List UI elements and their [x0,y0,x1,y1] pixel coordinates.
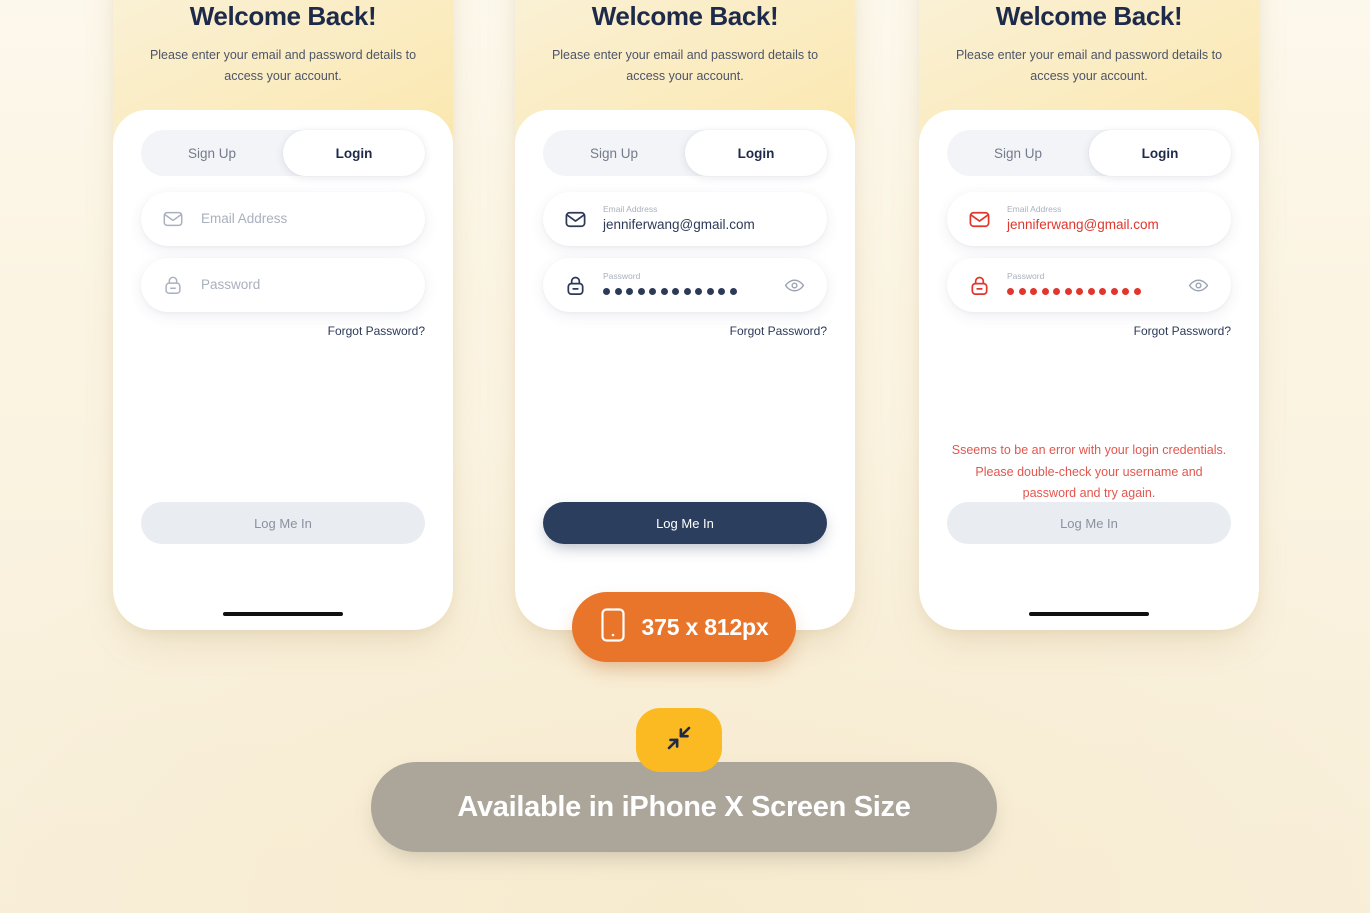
home-indicator [1029,612,1149,616]
phone-mockup-empty-state: Welcome Back! Please enter your email an… [113,0,453,630]
tab-login[interactable]: Login [1089,130,1231,176]
log-me-in-button[interactable]: Log Me In [543,502,827,544]
form-fields: Email Address jenniferwang@gmail.com Pas… [543,192,827,338]
home-indicator [223,612,343,616]
screen-header: Welcome Back! Please enter your email an… [113,0,453,88]
forgot-password-link[interactable]: Forgot Password? [141,324,425,338]
tab-sign-up[interactable]: Sign Up [947,130,1089,176]
envelope-icon [967,207,991,231]
password-masked-value [603,284,783,298]
password-field-body: Password [1007,270,1187,298]
auth-mode-toggle[interactable]: Sign Up Login [947,130,1231,176]
resize-chip [636,708,722,772]
lock-icon [161,273,185,297]
eye-icon[interactable] [1187,274,1209,296]
resize-collapse-arrows-icon [664,723,694,758]
email-field[interactable]: Email Address [141,192,425,246]
email-field-body: Email Address jenniferwang@gmail.com [603,203,805,234]
password-label: Password [1007,270,1045,281]
login-card: Sign Up Login Email Address jenniferwang… [919,110,1259,630]
page-subtitle: Please enter your email and password det… [955,47,1223,84]
email-field-body: Email Address jenniferwang@gmail.com [1007,203,1209,234]
email-field[interactable]: Email Address jenniferwang@gmail.com [947,192,1231,246]
page-subtitle: Please enter your email and password det… [551,47,819,84]
page-title: Welcome Back! [591,1,779,31]
password-placeholder: Password [201,276,261,292]
form-fields: Email Address Password Forgot Password? [141,192,425,338]
form-fields: Email Address jenniferwang@gmail.com Pas… [947,192,1231,338]
password-masked-value [1007,284,1187,298]
password-field[interactable]: Password [141,258,425,312]
screen-header: Welcome Back! Please enter your email an… [919,0,1259,88]
screen-size-badge: 375 x 812px [572,592,796,662]
phone-mockups-row: Welcome Back! Please enter your email an… [0,0,1370,632]
mobile-phone-icon [600,607,626,648]
screen-size-label: 375 x 812px [641,613,769,640]
login-error-message: Sseems to be an error with your login cr… [951,443,1227,500]
login-card: Sign Up Login Email Address jenniferwang… [515,110,855,630]
page-title: Welcome Back! [995,1,1183,31]
eye-icon[interactable] [783,274,805,296]
tab-login[interactable]: Login [283,130,425,176]
page-subtitle: Please enter your email and password det… [149,47,417,84]
password-field[interactable]: Password [947,258,1231,312]
screen-header: Welcome Back! Please enter your email an… [515,0,855,88]
auth-mode-toggle[interactable]: Sign Up Login [141,130,425,176]
password-label: Password [603,270,641,281]
email-label: Email Address [1007,203,1062,214]
auth-mode-toggle[interactable]: Sign Up Login [543,130,827,176]
envelope-icon [563,207,587,231]
tab-sign-up[interactable]: Sign Up [141,130,283,176]
page-title: Welcome Back! [189,1,377,31]
lock-icon [967,273,991,297]
log-me-in-button[interactable]: Log Me In [141,502,425,544]
phone-mockup-error-state: Welcome Back! Please enter your email an… [919,0,1259,630]
tab-login[interactable]: Login [685,130,827,176]
password-field-body: Password [201,277,403,293]
password-field-body: Password [603,270,783,298]
email-value: jenniferwang@gmail.com [1007,217,1159,233]
password-field[interactable]: Password [543,258,827,312]
envelope-icon [161,207,185,231]
log-me-in-button[interactable]: Log Me In [947,502,1231,544]
email-placeholder: Email Address [201,210,288,226]
phone-mockup-filled-state: Welcome Back! Please enter your email an… [515,0,855,630]
email-field[interactable]: Email Address jenniferwang@gmail.com [543,192,827,246]
forgot-password-link[interactable]: Forgot Password? [947,324,1231,338]
availability-banner: Available in iPhone X Screen Size [371,762,997,852]
lock-icon [563,273,587,297]
login-card: Sign Up Login Email Address Password For… [113,110,453,630]
tab-sign-up[interactable]: Sign Up [543,130,685,176]
email-field-body: Email Address [201,211,403,227]
availability-banner-label: Available in iPhone X Screen Size [457,790,911,823]
email-label: Email Address [603,203,658,214]
email-value: jenniferwang@gmail.com [603,217,755,233]
forgot-password-link[interactable]: Forgot Password? [543,324,827,338]
